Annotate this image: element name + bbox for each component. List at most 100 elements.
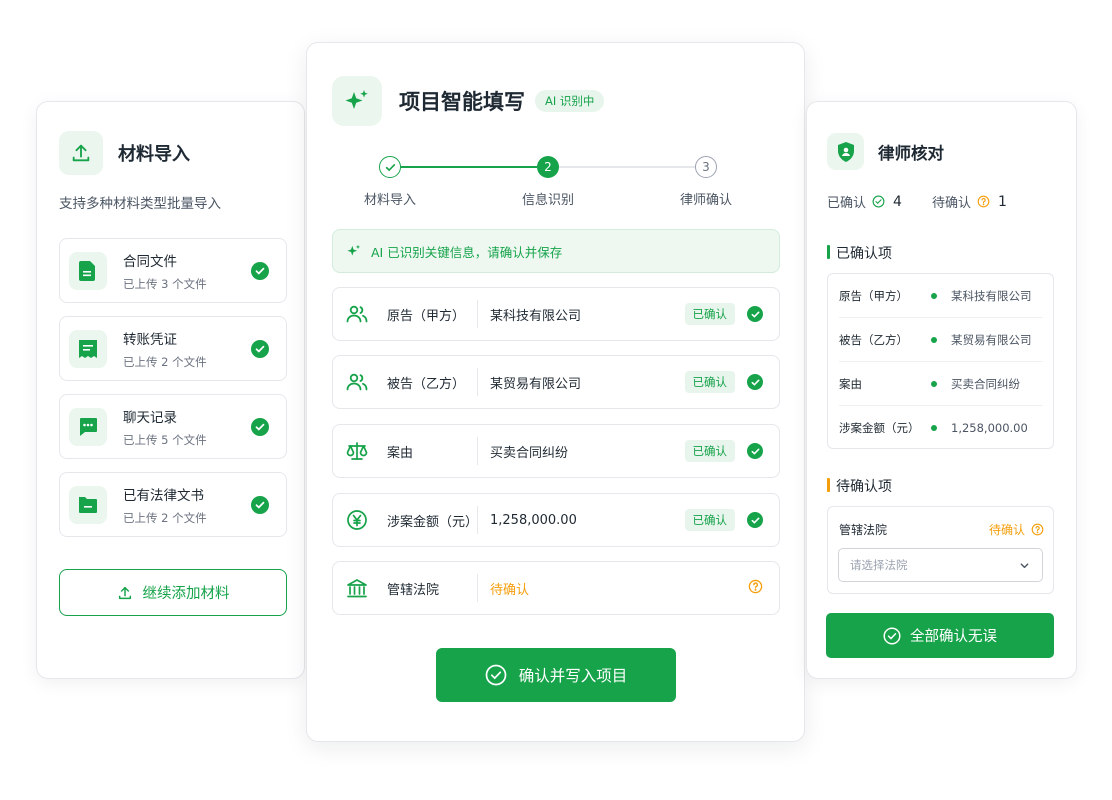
step-3-label: 律师确认 — [679, 193, 732, 208]
confirmed-count-label: 已确认 — [827, 196, 867, 211]
pending-item-label: 管辖法院 — [839, 523, 888, 537]
step-1-label: 材料导入 — [363, 193, 416, 208]
check-icon — [385, 163, 395, 171]
status-badge: 已确认 — [684, 440, 735, 462]
status-dot — [931, 336, 937, 343]
confirmed-item: 案由 买卖合同纠纷 — [839, 362, 1043, 406]
lawyer-review-header: 律师核对 — [827, 133, 944, 170]
status-dot — [931, 380, 937, 387]
smart-fill-title: 项目智能填写 — [399, 90, 525, 114]
chat-icon — [69, 407, 107, 446]
review-counts: 已确认 4 待确认 1 — [827, 192, 1007, 212]
upload-icon — [59, 131, 103, 175]
ai-banner-text: AI 已识别关键信息，请确认并保存 — [371, 244, 563, 260]
confirmed-item-value: 1,258,000.00 — [951, 421, 1028, 435]
ai-recognized-banner: AI 已识别关键信息，请确认并保存 — [332, 229, 780, 273]
confirmed-item-value: 某科技有限公司 — [951, 288, 1032, 303]
material-item-name: 转账凭证 — [123, 331, 177, 348]
confirmed-item: 涉案金额（元） 1,258,000.00 — [839, 406, 1043, 450]
status-badge: 已确认 — [684, 303, 735, 325]
question-circle-icon[interactable] — [748, 579, 763, 598]
confirmed-item: 被告（乙方） 某贸易有限公司 — [839, 318, 1043, 362]
field-label: 被告（乙方） — [387, 376, 466, 392]
field-row-amount[interactable]: 涉案金额（元） 1,258,000.00 已确认 — [332, 493, 780, 547]
check-circle-outline-icon — [883, 626, 901, 645]
confirmed-section-title: 已确认项 — [827, 243, 892, 263]
material-item-chat[interactable]: 聊天记录 已上传 5 个文件 — [59, 394, 287, 459]
field-label: 案由 — [387, 445, 414, 461]
smart-fill-header: 项目智能填写 AI 识别中 — [332, 76, 605, 126]
material-item-name: 已有法律文书 — [123, 487, 204, 504]
confirm-all-button[interactable]: 全部确认无误 — [826, 613, 1054, 658]
document-icon — [69, 251, 107, 290]
court-select-placeholder: 请选择法院 — [850, 558, 908, 572]
confirmed-item-label: 涉案金额（元） — [839, 421, 920, 435]
material-item-contract[interactable]: 合同文件 已上传 3 个文件 — [59, 238, 287, 303]
folder-icon — [69, 485, 107, 524]
materials-import-title: 材料导入 — [118, 144, 190, 165]
field-label: 原告（甲方） — [387, 308, 466, 324]
field-row-plaintiff[interactable]: 原告（甲方） 某科技有限公司 已确认 — [332, 287, 780, 341]
upload-icon — [118, 586, 131, 599]
pending-items-list: 管辖法院 待确认 请选择法院 — [827, 506, 1054, 594]
pending-section-title: 待确认项 — [827, 476, 892, 496]
field-row-court[interactable]: 管辖法院 待确认 — [332, 561, 780, 615]
check-circle-outline-icon — [485, 664, 507, 686]
step-2-label: 信息识别 — [521, 193, 574, 208]
add-materials-label: 继续添加材料 — [142, 586, 230, 602]
question-circle-icon — [977, 195, 990, 208]
field-divider — [477, 368, 478, 396]
users-icon — [344, 373, 370, 391]
material-item-meta: 已上传 3 个文件 — [123, 276, 207, 291]
check-circle-icon — [747, 374, 763, 390]
pending-count: 1 — [997, 193, 1007, 210]
confirm-write-project-button[interactable]: 确认并写入项目 — [436, 648, 676, 702]
shield-user-icon — [827, 133, 864, 170]
question-circle-icon[interactable] — [1031, 523, 1044, 536]
material-item-meta: 已上传 2 个文件 — [123, 354, 207, 369]
field-row-cause[interactable]: 案由 买卖合同纠纷 已确认 — [332, 424, 780, 478]
step-connector-done — [401, 166, 537, 168]
step-2-active[interactable]: 2 — [537, 156, 559, 178]
yen-icon — [344, 509, 370, 531]
material-item-name: 聊天记录 — [123, 409, 177, 426]
check-circle-icon — [251, 495, 269, 514]
confirmed-item-label: 被告（乙方） — [839, 332, 908, 347]
pending-count-label: 待确认 — [931, 196, 971, 211]
field-divider — [477, 574, 478, 602]
step-3-todo[interactable]: 3 — [695, 156, 717, 178]
pending-status: 待确认 — [988, 523, 1025, 537]
check-circle-icon — [251, 339, 269, 358]
material-item-meta: 已上传 5 个文件 — [123, 432, 207, 447]
pending-item-header: 管辖法院 待确认 — [839, 521, 1044, 538]
material-item-meta: 已上传 2 个文件 — [123, 510, 207, 525]
field-value: 1,258,000.00 — [490, 512, 577, 528]
confirmed-item-value: 买卖合同纠纷 — [951, 376, 1020, 391]
check-circle-icon — [747, 443, 763, 459]
scale-icon — [344, 441, 370, 461]
status-dot — [931, 425, 937, 431]
field-value: 某贸易有限公司 — [490, 376, 582, 392]
confirmed-count: 4 — [893, 193, 902, 210]
ai-status-badge: AI 识别中 — [535, 90, 605, 112]
court-icon — [344, 578, 370, 598]
check-circle-outline-icon — [872, 195, 885, 208]
step-1-done[interactable] — [379, 156, 401, 178]
confirmed-item-value: 某贸易有限公司 — [951, 332, 1032, 347]
field-divider — [477, 300, 478, 328]
step-connector-todo — [559, 166, 695, 168]
chevron-down-icon — [1020, 562, 1029, 568]
add-materials-button[interactable]: 继续添加材料 — [59, 569, 287, 616]
material-item-transfer[interactable]: 转账凭证 已上传 2 个文件 — [59, 316, 287, 381]
field-row-defendant[interactable]: 被告（乙方） 某贸易有限公司 已确认 — [332, 355, 780, 409]
confirmed-item: 原告（甲方） 某科技有限公司 — [839, 274, 1043, 318]
field-divider — [477, 506, 478, 534]
status-dot — [931, 292, 937, 299]
field-value-pending: 待确认 — [490, 582, 530, 598]
field-value: 某科技有限公司 — [490, 308, 582, 324]
material-item-legal-docs[interactable]: 已有法律文书 已上传 2 个文件 — [59, 472, 287, 537]
receipt-icon — [69, 329, 107, 368]
court-select[interactable]: 请选择法院 — [838, 548, 1043, 582]
check-circle-icon — [747, 512, 763, 528]
confirmed-item-label: 案由 — [839, 376, 862, 391]
